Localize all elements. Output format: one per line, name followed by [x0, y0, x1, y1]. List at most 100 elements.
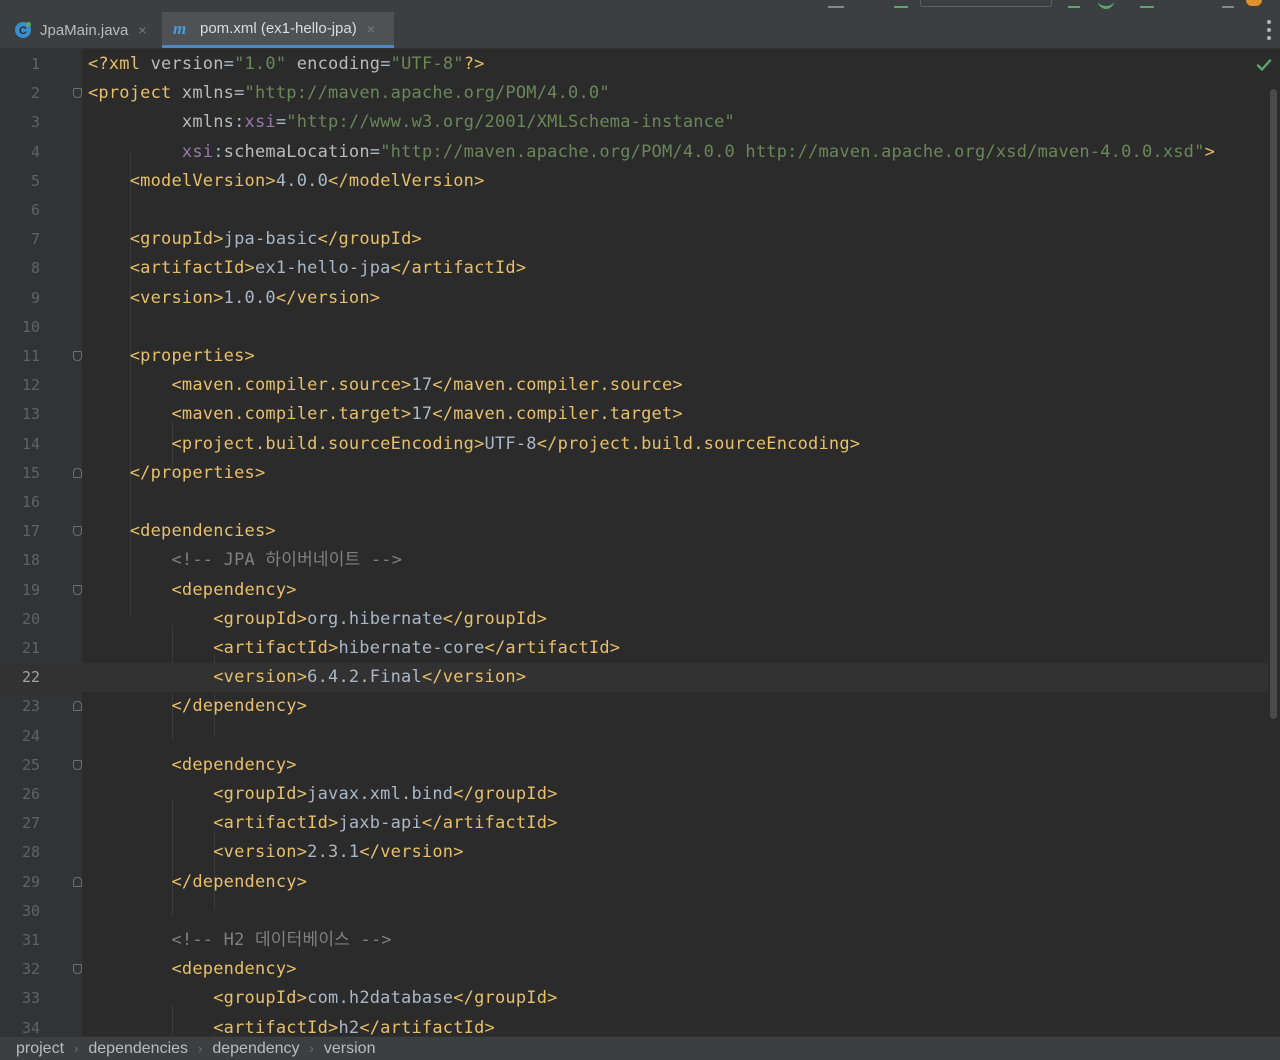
breadcrumb-item-version[interactable]: version: [324, 1040, 376, 1058]
line-number: 11: [21, 347, 40, 365]
line-number: 34: [21, 1018, 40, 1036]
code-line[interactable]: 12 <maven.compiler.source>17</maven.comp…: [0, 371, 1268, 400]
toolbar-icon[interactable]: [1222, 0, 1234, 8]
code-line[interactable]: 24: [0, 722, 1268, 751]
code-text: <groupId>javax.xml.bind</groupId>: [88, 780, 558, 809]
scrollbar-thumb[interactable]: [1270, 89, 1277, 719]
code-token: <maven.compiler.target>: [171, 404, 412, 425]
close-icon[interactable]: ×: [367, 21, 375, 37]
line-number: 24: [21, 726, 40, 745]
fold-collapse-icon[interactable]: [73, 88, 82, 99]
fold-collapse-icon[interactable]: [73, 584, 82, 595]
code-line[interactable]: 9 <version>1.0.0</version>: [0, 284, 1268, 313]
code-line[interactable]: 31 <!-- H2 데이터베이스 -->: [0, 926, 1268, 955]
code-line[interactable]: 4 xsi:schemaLocation="http://maven.apach…: [0, 138, 1268, 167]
code-line[interactable]: 3 xmlns:xsi="http://www.w3.org/2001/XMLS…: [0, 108, 1268, 137]
code-line[interactable]: 16: [0, 488, 1268, 517]
code-line[interactable]: 1 <?xml version="1.0" encoding="UTF-8"?>: [0, 50, 1268, 79]
code-token: org.hibernate: [307, 608, 443, 629]
line-number: 13: [21, 405, 40, 424]
code-line[interactable]: 17 <dependencies>: [0, 517, 1268, 546]
fold-collapse-icon[interactable]: [73, 759, 82, 770]
code-line[interactable]: 28 <version>2.3.1</version>: [0, 838, 1268, 867]
code-token: <project: [88, 83, 182, 104]
toolbar-icon[interactable]: [1068, 0, 1080, 8]
code-line[interactable]: 26 <groupId>javax.xml.bind</groupId>: [0, 780, 1268, 809]
code-line[interactable]: 25 <dependency>: [0, 751, 1268, 780]
avatar[interactable]: [1246, 0, 1262, 6]
code-line[interactable]: 23 </dependency>: [0, 692, 1268, 721]
fold-collapse-icon[interactable]: [73, 964, 82, 975]
code-text: <artifactId>hibernate-core</artifactId>: [88, 634, 620, 663]
line-number: 30: [21, 901, 40, 920]
code-token: </maven.compiler.target>: [432, 404, 683, 425]
code-editor[interactable]: 1 <?xml version="1.0" encoding="UTF-8"?> 2…: [0, 49, 1280, 1036]
code-line[interactable]: 22 <version>6.4.2.Final</version>: [0, 663, 1268, 693]
code-line[interactable]: 15 </properties>: [0, 459, 1268, 488]
code-line[interactable]: 30: [0, 897, 1268, 926]
code-line[interactable]: 19 <dependency>: [0, 576, 1268, 605]
code-line[interactable]: 27 <artifactId>jaxb-api</artifactId>: [0, 809, 1268, 838]
close-icon[interactable]: ×: [138, 22, 146, 38]
code-line[interactable]: 7 <groupId>jpa-basic</groupId>: [0, 225, 1268, 254]
code-line[interactable]: 21 <artifactId>hibernate-core</artifactI…: [0, 634, 1268, 663]
inspection-ok-icon[interactable]: [1256, 57, 1272, 73]
code-line[interactable]: 10: [0, 313, 1268, 342]
code-token: xsi: [244, 112, 276, 133]
line-number: 25: [21, 755, 40, 774]
code-token: jaxb-api: [338, 813, 422, 834]
code-text: <!-- H2 데이터베이스 -->: [88, 926, 392, 955]
code-token: xml: [108, 54, 151, 74]
code-token: <maven.compiler.source>: [171, 375, 412, 396]
code-line[interactable]: 18 <!-- JPA 하이버네이트 -->: [0, 546, 1268, 575]
fold-end-icon[interactable]: [73, 876, 82, 887]
code-text: <artifactId>jaxb-api</artifactId>: [88, 809, 558, 838]
code-line[interactable]: 8 <artifactId>ex1-hello-jpa</artifactId>: [0, 254, 1268, 283]
code-line[interactable]: 6: [0, 196, 1268, 225]
code-line[interactable]: 34 <artifactId>h2</artifactId>: [0, 1014, 1268, 1036]
line-number: 1: [30, 55, 40, 73]
code-token: <groupId>: [213, 608, 308, 629]
code-token: h2: [338, 1017, 360, 1036]
line-number: 10: [21, 317, 40, 336]
breadcrumb-item-dependencies[interactable]: dependencies: [88, 1040, 188, 1058]
code-text: <version>6.4.2.Final</version>: [88, 663, 526, 692]
tab-jpamain-java[interactable]: C JpaMain.java ×: [4, 12, 160, 48]
fold-collapse-icon[interactable]: [73, 351, 82, 361]
code-line[interactable]: 33 <groupId>com.h2database</groupId>: [0, 984, 1268, 1013]
code-line[interactable]: 5 <modelVersion>4.0.0</modelVersion>: [0, 167, 1268, 196]
tab-label: JpaMain.java: [40, 21, 129, 39]
code-token: <artifactId>: [213, 638, 339, 658]
chevron-right-icon: ›: [198, 1041, 203, 1056]
code-line[interactable]: 14 <project.build.sourceEncoding>UTF-8</…: [0, 430, 1268, 459]
code-text: <artifactId>ex1-hello-jpa</artifactId>: [88, 254, 526, 283]
breadcrumb-item-dependency[interactable]: dependency: [212, 1040, 299, 1058]
toolbar-icon[interactable]: [1140, 0, 1154, 8]
toolbar-icon[interactable]: [894, 0, 908, 8]
vertical-scrollbar[interactable]: [1268, 49, 1280, 1036]
code-token: </artifactId>: [484, 638, 621, 658]
fold-end-icon[interactable]: [73, 467, 82, 478]
code-line[interactable]: 11 <properties>: [0, 342, 1268, 371]
toolbar-icon[interactable]: [828, 0, 844, 8]
code-line[interactable]: 13 <maven.compiler.target>17</maven.comp…: [0, 400, 1268, 429]
more-options-icon[interactable]: [1266, 20, 1272, 40]
toolbar-icon[interactable]: [1098, 0, 1114, 9]
breadcrumb-item-project[interactable]: project: [16, 1040, 64, 1058]
code-line[interactable]: 29 </dependency>: [0, 868, 1268, 897]
code-line[interactable]: 2 <project xmlns="http://maven.apache.org…: [0, 79, 1268, 108]
code-text: </properties>: [88, 459, 265, 488]
tab-pom-xml[interactable]: m pom.xml (ex1-hello-jpa) ×: [162, 12, 394, 48]
fold-end-icon[interactable]: [73, 701, 82, 712]
run-configuration-selector[interactable]: [920, 0, 1052, 7]
fold-collapse-icon[interactable]: [73, 526, 82, 537]
code-line[interactable]: 32 <dependency>: [0, 955, 1268, 984]
code-line[interactable]: 20 <groupId>org.hibernate</groupId>: [0, 605, 1268, 634]
